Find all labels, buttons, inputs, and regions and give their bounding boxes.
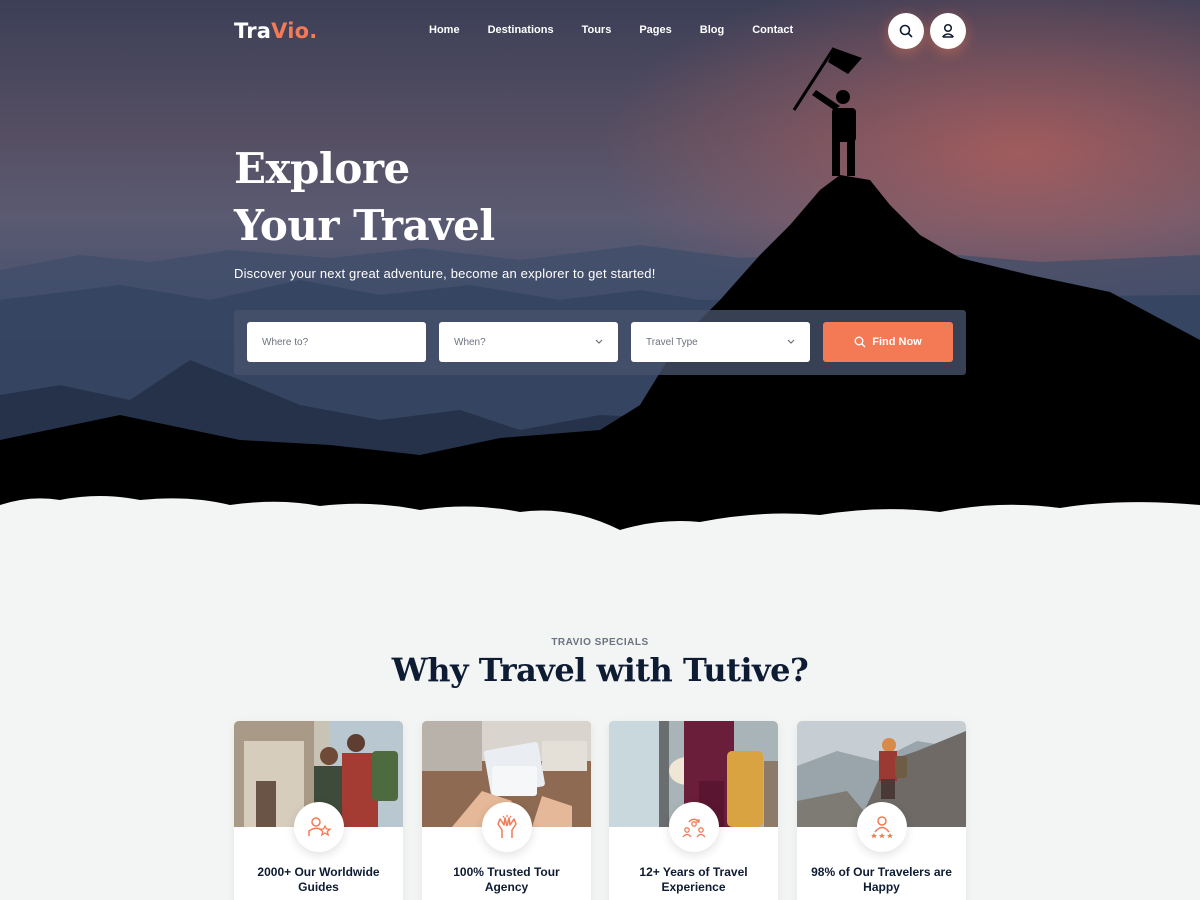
nav-contact[interactable]: Contact [752,24,793,36]
destination-placeholder: Where to? [262,336,309,348]
travel-type-select[interactable]: Travel Type [631,322,810,362]
feature-card-label: 12+ Years of Travel Experience [639,865,748,894]
guide-star-icon [308,817,332,837]
hero-section: TraVio. Home Destinations Tours Pages Bl… [0,0,1200,545]
search-icon [899,24,913,38]
nav-blog[interactable]: Blog [700,24,724,36]
feature-icon-wrapper [482,802,532,852]
user-icon [941,23,955,38]
nav-tours[interactable]: Tours [582,24,612,36]
destination-input[interactable]: Where to? [247,322,426,362]
user-account-button[interactable] [930,13,966,49]
feature-icon-wrapper [294,802,344,852]
people-cycle-icon [682,818,706,838]
feature-card-label: 2000+ Our Worldwide Guides [257,865,380,894]
nav-pages[interactable]: Pages [639,24,671,36]
feature-icon-wrapper [669,802,719,852]
rating-stars-icon [871,816,893,839]
main-nav: Home Destinations Tours Pages Blog Conta… [429,24,821,36]
feature-card[interactable]: 98% of Our Travelers are Happy [797,721,966,900]
section-title: Why Travel with Tutive? [391,651,809,689]
date-select-value: When? [454,336,486,348]
find-now-label: Find Now [872,336,922,348]
search-icon [854,336,866,348]
feature-card[interactable]: 100% Trusted Tour Agency [422,721,591,900]
feature-card-label: 100% Trusted Tour Agency [453,865,560,894]
hero-title: Explore Your Travel [234,144,495,250]
feature-card[interactable]: 12+ Years of Travel Experience [609,721,778,900]
feature-card-label: 98% of Our Travelers are Happy [811,865,952,894]
nav-destinations[interactable]: Destinations [488,24,554,36]
chevron-down-icon [595,339,603,344]
feature-icon-wrapper [857,802,907,852]
nav-home[interactable]: Home [429,24,460,36]
find-now-button[interactable]: Find Now [823,322,953,362]
travel-type-value: Travel Type [646,336,698,348]
hero-subtitle: Discover your next great adventure, beco… [234,266,656,281]
feature-card[interactable]: 2000+ Our Worldwide Guides [234,721,403,900]
chevron-down-icon [787,339,795,344]
tour-search-bar: Where to? When? Travel Type Find Now [234,310,966,375]
high-five-icon [497,815,517,838]
brand-logo[interactable]: TraVio. [234,19,317,43]
section-eyebrow: TRAVIO SPECIALS [551,637,649,648]
date-select[interactable]: When? [439,322,618,362]
search-button[interactable] [888,13,924,49]
